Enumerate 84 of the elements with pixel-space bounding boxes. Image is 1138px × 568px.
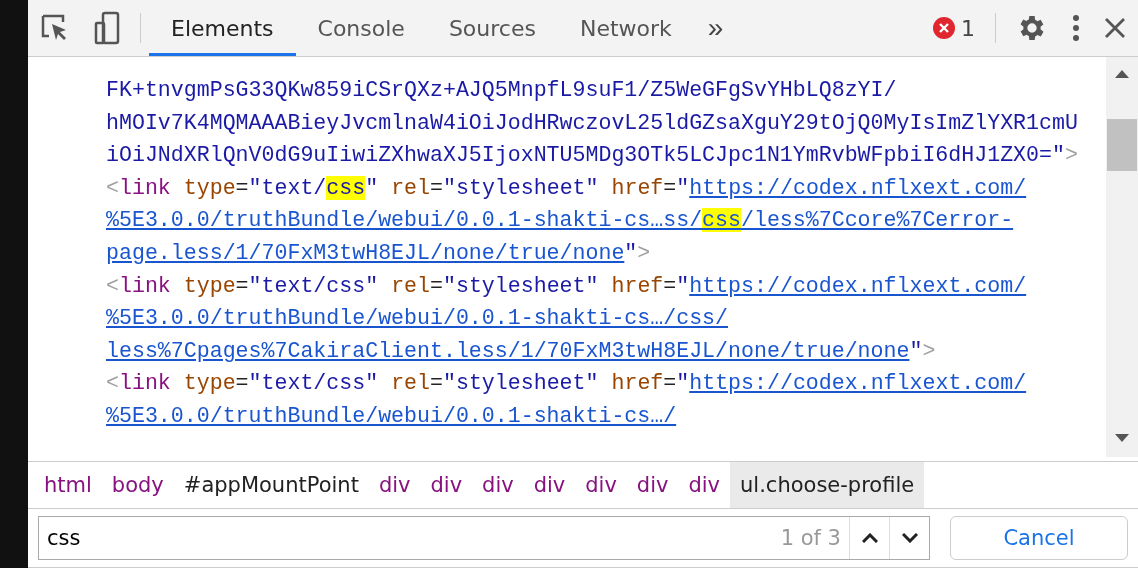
attribute-name: type (182, 175, 236, 200)
attribute-value: " (676, 273, 690, 298)
attribute-name: type (182, 273, 236, 298)
link[interactable]: /less%7Ccore%7Cerror- (741, 208, 1014, 233)
chevron-up-icon (861, 533, 878, 543)
breadcrumb-item[interactable]: body (101, 462, 174, 508)
code-text: = (235, 371, 249, 396)
attribute-value: "text/css" (248, 273, 379, 298)
attribute-name: href (610, 273, 664, 298)
tag-bracket: < (106, 175, 119, 200)
tag-name: link (118, 273, 171, 298)
attribute-name: href (610, 175, 664, 200)
attribute-value: " (365, 175, 379, 200)
link[interactable]: page.less/1/70FxM3twH8EJL/none/true/none (106, 240, 625, 265)
scroll-down-icon (1115, 433, 1129, 443)
breadcrumb-item[interactable]: html (34, 462, 102, 508)
chevron-down-icon (901, 533, 918, 543)
attribute-value: "stylesheet" (443, 273, 599, 298)
link[interactable]: https://codex.nflxext.com/ (689, 175, 1027, 200)
attribute-value: "stylesheet" (443, 371, 599, 396)
breadcrumb-item[interactable]: #appMountPoint (173, 462, 369, 508)
breadcrumb-item[interactable]: ul.choose-profile (730, 462, 925, 508)
attribute-value: " (624, 240, 638, 265)
panel-tab[interactable]: Sources (426, 0, 558, 56)
tag-name: link (118, 371, 171, 396)
code-text: = (235, 273, 249, 298)
breadcrumb-item[interactable]: div (678, 462, 731, 508)
attribute-value: FK+tnvgmPsG33QKw859iCSrQXz+AJQ5MnpfL9suF1/Z5WeGFgSvYHbLQ8zYI/ (106, 78, 897, 102)
search-match[interactable]: css (702, 208, 741, 233)
device-icon (94, 11, 120, 45)
panel-tab[interactable]: Elements (149, 0, 296, 56)
attribute-name: rel (390, 273, 430, 298)
code-text: = (663, 371, 677, 396)
tag-bracket: > (1064, 143, 1078, 168)
tag-bracket: > (637, 240, 651, 265)
attribute-name: href (610, 371, 664, 396)
tag-bracket: < (106, 371, 119, 396)
attribute-name: rel (390, 175, 431, 200)
attribute-name: type (182, 371, 236, 396)
code-text: = (663, 175, 677, 200)
close-icon (1104, 17, 1126, 39)
code-text: = (430, 175, 443, 200)
breadcrumb-item[interactable]: div (368, 462, 421, 508)
breadcrumb-item[interactable]: div (420, 462, 473, 508)
code-text: = (430, 371, 443, 396)
link[interactable]: less%7Cpages%7CakiraClient.less/1/70FxM3twH8EJL/none/true/none (106, 338, 910, 363)
link[interactable]: %5E3.0.0/truthBundle/webui/0.0.1-shakti-cs…/css/ (106, 306, 728, 331)
search-match: css (326, 175, 366, 200)
breadcrumb-item[interactable]: div (575, 462, 627, 508)
attribute-value: "stylesheet" (443, 175, 599, 200)
error-icon (933, 17, 955, 39)
panel-tab[interactable]: Network (557, 0, 694, 56)
link[interactable]: %5E3.0.0/truthBundle/webui/0.0.1-shakti-cs…ss/ (106, 208, 703, 233)
attribute-value: " (676, 371, 690, 396)
search-input[interactable]: css (39, 525, 781, 551)
scroll-up-icon (1115, 69, 1129, 79)
kebab-menu-icon (1072, 14, 1080, 42)
error-count: 1 (961, 15, 975, 41)
code-text: = (430, 273, 443, 298)
attribute-value: hMOIv7K4MQMAAABieyJvcmlnaW4iOiJodHRwczovL25ldGZsaXguY29tOjQ0MyIsImZlYXR1cmU (106, 110, 1078, 135)
breadcrumb-item[interactable]: div (523, 462, 576, 508)
scrollbar-thumb[interactable] (1107, 119, 1137, 171)
search-field[interactable]: css 1 of 3 (38, 516, 930, 560)
link[interactable]: %5E3.0.0/truthBundle/webui/0.0.1-shakti-cs…/ (106, 403, 677, 428)
breadcrumb-item[interactable]: div (626, 462, 679, 508)
code-text: = (663, 273, 677, 298)
attribute-value: " (676, 175, 690, 200)
breadcrumb-item[interactable]: div (472, 462, 524, 508)
attribute-value: iOiJNdXRlQnV0dG9uIiwiZXhwaXJ5IjoxNTU5MDg3OTk5LCJpc1N1YmRvbWFpbiI6dHJ1ZX0=" (106, 143, 1065, 168)
tag-bracket: > (922, 338, 936, 363)
attribute-name: rel (390, 371, 430, 396)
scrollbar[interactable] (1106, 57, 1138, 457)
attribute-value: "text/ (248, 175, 327, 200)
panel-tab[interactable]: Console (295, 0, 427, 56)
link[interactable]: https://codex.nflxext.com/ (689, 273, 1027, 298)
cancel-button[interactable]: Cancel (950, 516, 1128, 560)
link[interactable]: https://codex.nflxext.com/ (689, 371, 1027, 396)
match-count: 1 of 3 (780, 526, 842, 550)
code-text: = (235, 175, 249, 200)
more-tabs-button[interactable]: » (693, 12, 738, 44)
tag-name: link (118, 175, 171, 200)
attribute-value: " (909, 338, 923, 363)
tag-bracket: < (106, 273, 119, 298)
attribute-value: "text/css" (248, 371, 379, 396)
